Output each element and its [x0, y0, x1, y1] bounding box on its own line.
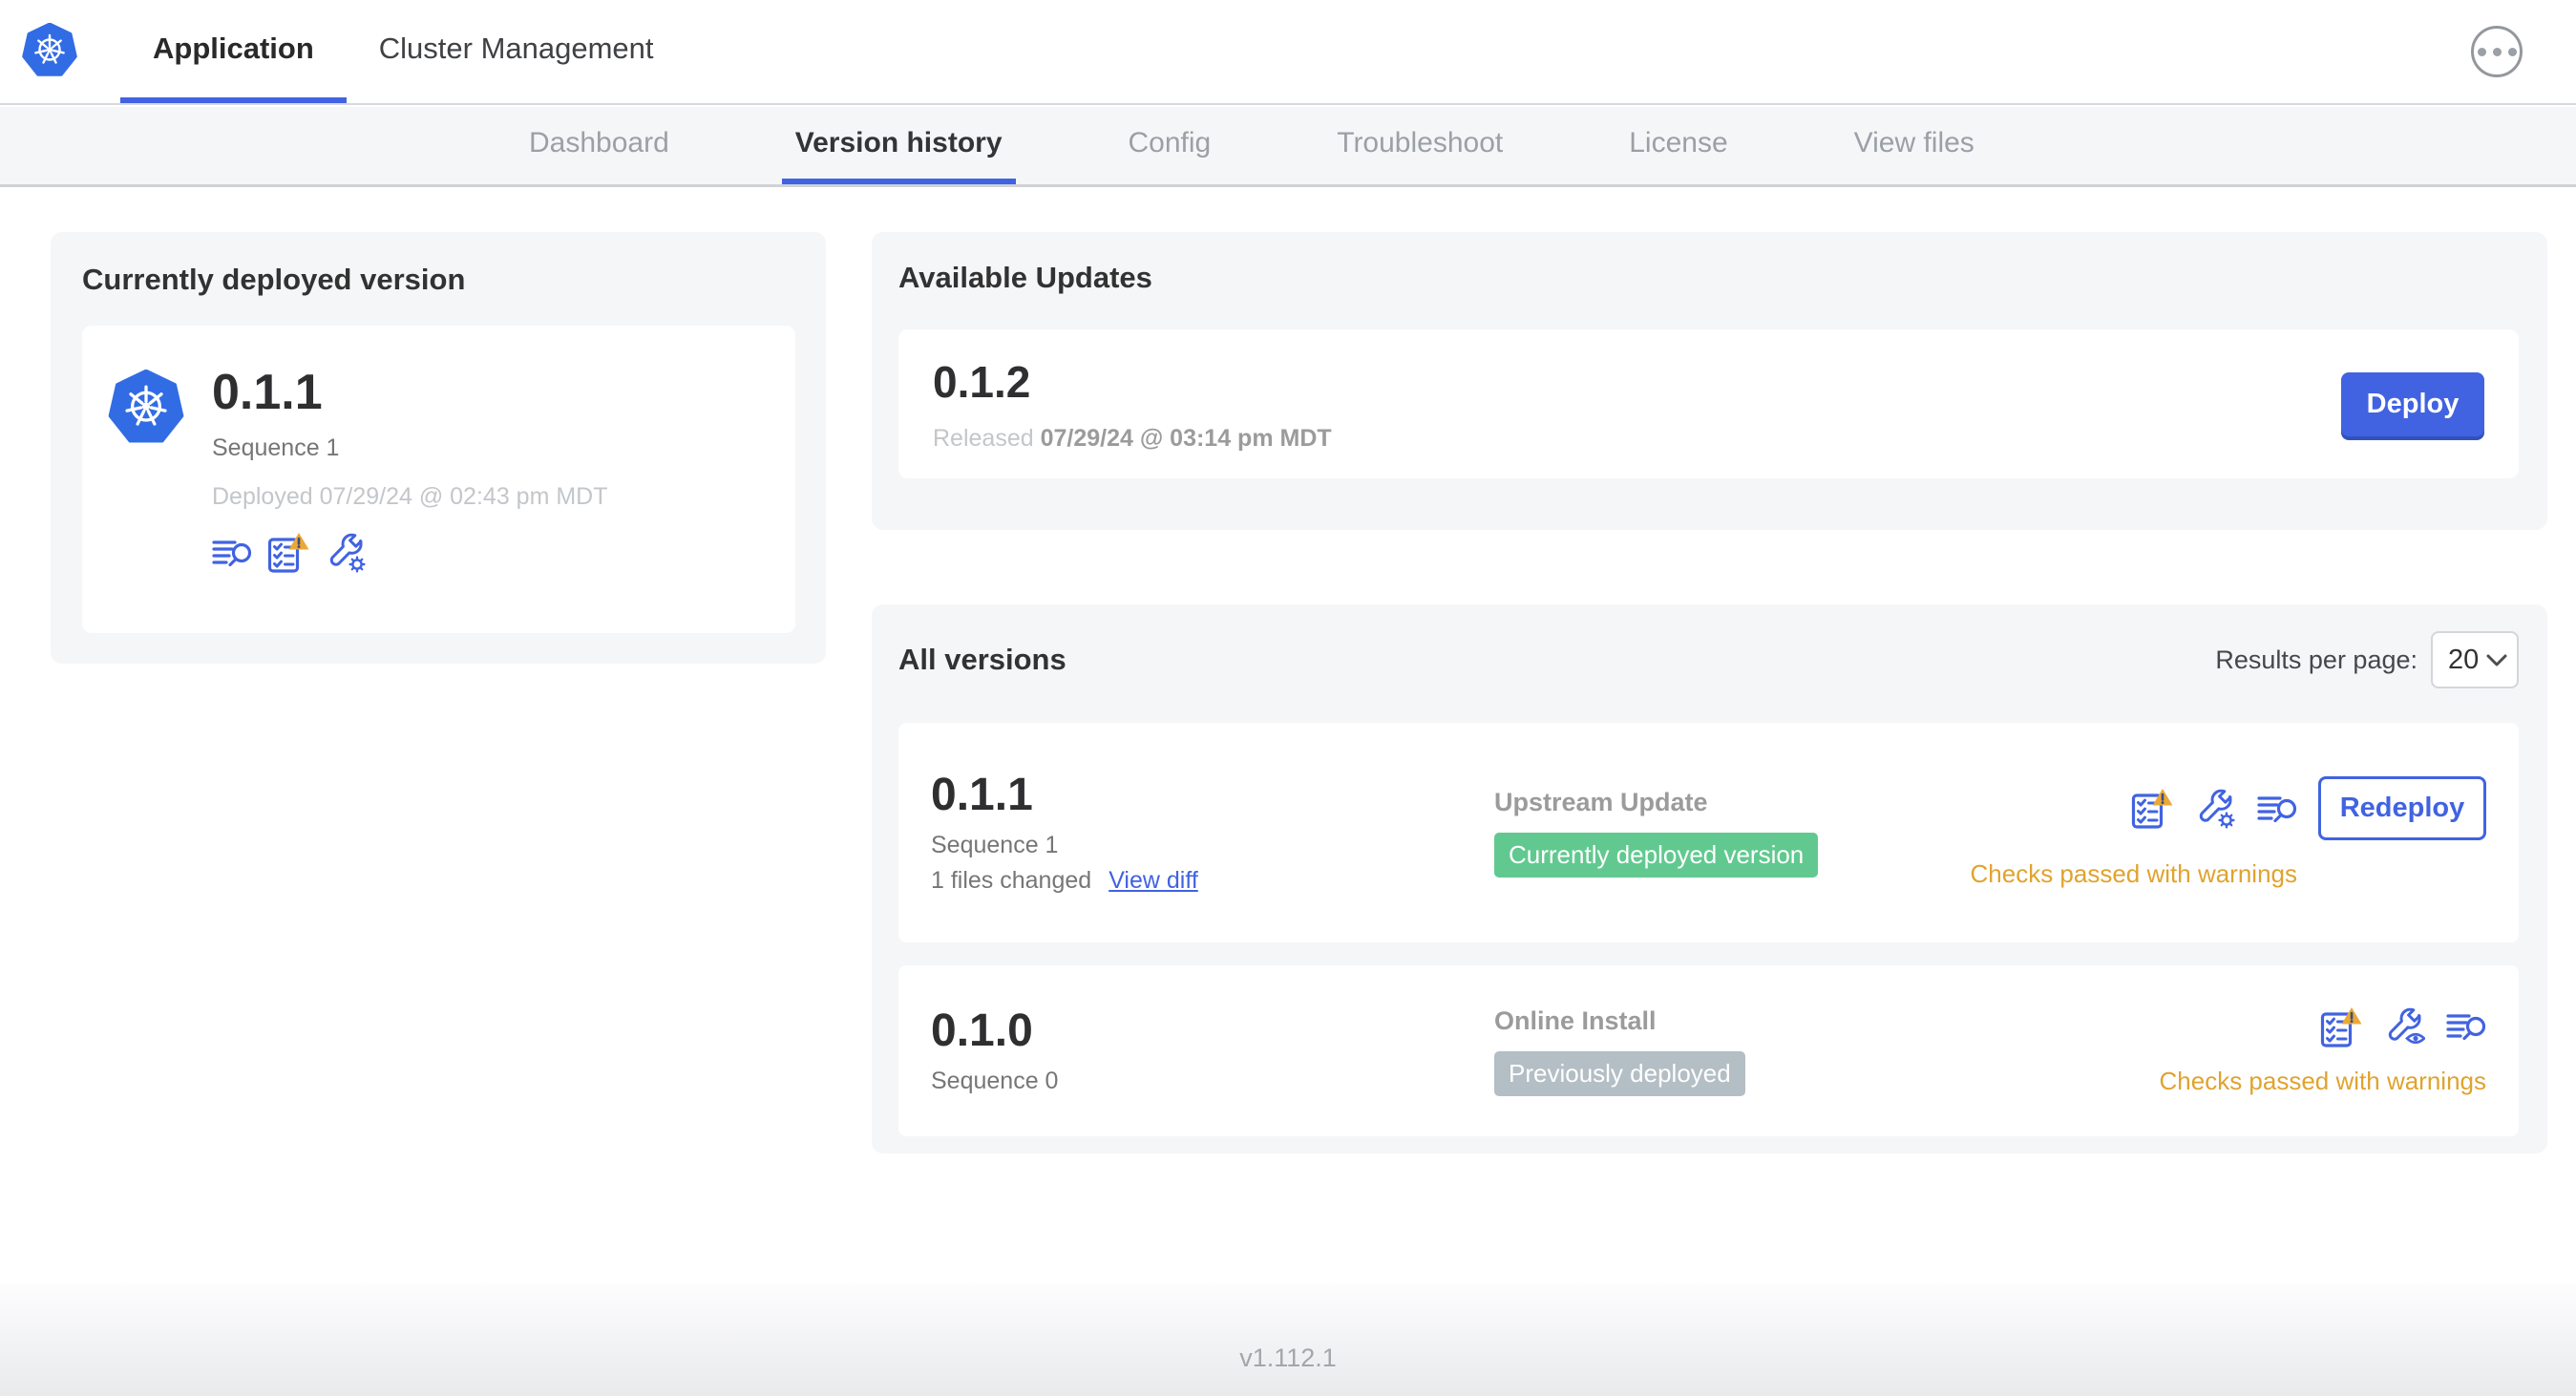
update-version-number: 0.1.2 — [933, 356, 1031, 407]
ellipsis-menu-button[interactable] — [2471, 26, 2523, 77]
subtab-dashboard[interactable]: Dashboard — [516, 107, 683, 184]
version-row-0-1-1: 0.1.1 Sequence 1 1 files changed View di… — [898, 723, 2519, 942]
ellipsis-dot — [2477, 47, 2486, 56]
files-changed-text: 1 files changed — [931, 867, 1092, 894]
current-sequence: Sequence 1 — [212, 434, 340, 461]
current-version-number: 0.1.1 — [212, 365, 323, 420]
deployed-timestamp: Deployed 07/29/24 @ 02:43 pm MDT — [212, 483, 608, 510]
log-search-icon[interactable] — [2446, 1007, 2486, 1046]
previously-deployed-badge: Previously deployed — [1494, 1050, 1745, 1096]
released-prefix: Released — [933, 424, 1041, 452]
checks-status-text[interactable]: Checks passed with warnings — [1971, 859, 2298, 889]
tab-cluster-management[interactable]: Cluster Management — [347, 0, 686, 103]
log-search-icon[interactable] — [2257, 790, 2297, 828]
view-diff-link[interactable]: View diff — [1109, 867, 1198, 895]
ellipsis-dot — [2492, 47, 2502, 56]
preflight-checklist-warning-icon[interactable] — [2131, 788, 2174, 829]
kots-admin-console: Application Cluster Management Dashboard… — [0, 0, 2576, 1396]
subtab-version-history[interactable]: Version history — [781, 107, 1016, 184]
version-row-0-1-0: 0.1.0 Sequence 0 Online Install Previous… — [898, 965, 2519, 1136]
all-versions-title: All versions — [898, 643, 1066, 676]
preflight-checklist-warning-icon[interactable] — [2320, 1005, 2363, 1047]
subtab-view-files[interactable]: View files — [1841, 107, 1988, 184]
subtab-config[interactable]: Config — [1115, 107, 1225, 184]
ellipsis-dot — [2507, 47, 2517, 56]
deploy-button[interactable]: Deploy — [2341, 371, 2484, 436]
kubernetes-app-icon — [107, 370, 185, 446]
preflight-checklist-warning-icon[interactable] — [267, 532, 310, 573]
row-sequence: Sequence 0 — [931, 1068, 1059, 1094]
row-sequence: Sequence 1 — [931, 832, 1059, 858]
available-updates-card: Available Updates 0.1.2 Released 07/29/2… — [872, 232, 2547, 530]
available-updates-title: Available Updates — [898, 261, 1152, 294]
app-sub-nav: Dashboard Version history Config Trouble… — [0, 107, 2576, 187]
subtab-license[interactable]: License — [1615, 107, 1741, 184]
row-version-number: 0.1.0 — [931, 1005, 1033, 1056]
row-version-number: 0.1.1 — [931, 770, 1033, 820]
released-date: 07/29/24 @ 03:14 pm MDT — [1040, 424, 1332, 452]
currently-deployed-badge: Currently deployed version — [1494, 833, 1819, 878]
kubernetes-logo-icon — [21, 23, 78, 80]
tab-application[interactable]: Application — [120, 0, 347, 103]
current-version-panel: 0.1.1 Sequence 1 Deployed 07/29/24 @ 02:… — [82, 326, 795, 633]
released-timestamp: Released 07/29/24 @ 03:14 pm MDT — [933, 425, 1332, 453]
wrench-gear-icon[interactable] — [2195, 788, 2236, 829]
top-tab-bar: Application Cluster Management — [120, 0, 686, 103]
subtab-troubleshoot[interactable]: Troubleshoot — [1323, 107, 1516, 184]
top-bar: Application Cluster Management — [0, 0, 2576, 105]
footer: v1.112.1 — [0, 1284, 2576, 1396]
log-search-icon[interactable] — [212, 534, 252, 572]
all-versions-card: All versions Results per page: 20 0.1.1 … — [872, 604, 2547, 1153]
results-per-page: Results per page: 20 — [2215, 631, 2519, 688]
checks-status-text[interactable]: Checks passed with warnings — [2160, 1067, 2487, 1096]
currently-deployed-title: Currently deployed version — [82, 263, 466, 296]
console-version-text: v1.112.1 — [1239, 1343, 1337, 1372]
wrench-gear-icon[interactable] — [326, 532, 367, 573]
currently-deployed-card: Currently deployed version 0.1.1 Sequenc… — [51, 232, 826, 664]
version-source-label: Upstream Update — [1494, 788, 1708, 816]
results-per-page-select[interactable]: 20 — [2431, 631, 2519, 688]
results-per-page-label: Results per page: — [2215, 645, 2418, 674]
redeploy-button[interactable]: Redeploy — [2318, 776, 2486, 840]
update-row: 0.1.2 Released 07/29/24 @ 03:14 pm MDT D… — [898, 329, 2519, 478]
version-source-label: Online Install — [1494, 1005, 1657, 1035]
wrench-eye-icon[interactable] — [2384, 1006, 2425, 1047]
